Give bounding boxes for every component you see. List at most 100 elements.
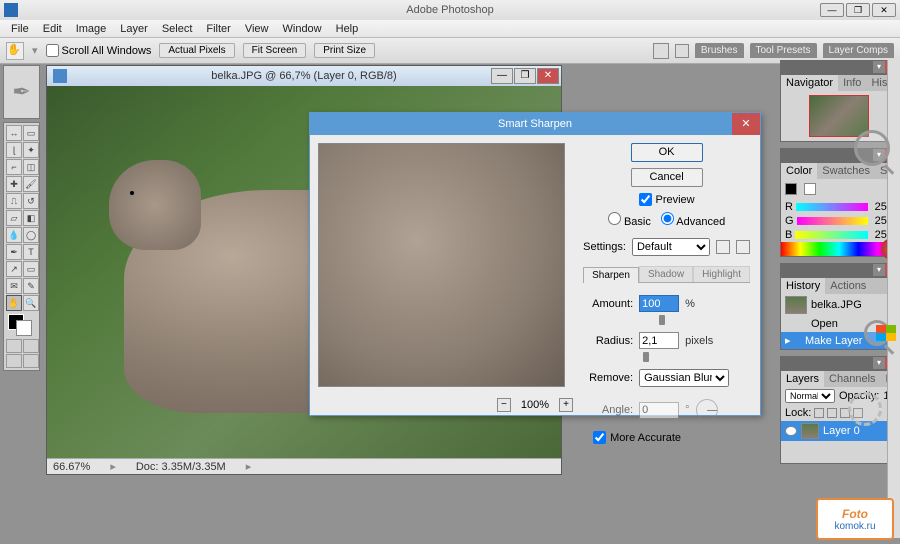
blur-tool-icon[interactable]: 💧 <box>6 227 22 243</box>
menu-filter[interactable]: Filter <box>199 23 237 35</box>
menu-image[interactable]: Image <box>69 23 114 35</box>
tab-sharpen[interactable]: Sharpen <box>583 267 639 283</box>
stamp-tool-icon[interactable]: ⎍ <box>6 193 22 209</box>
lock-pixels-icon[interactable] <box>827 408 837 418</box>
layer-item[interactable]: Layer 0 <box>781 421 897 441</box>
close-button[interactable]: ✕ <box>872 3 896 17</box>
tab-actions[interactable]: Actions <box>825 278 871 294</box>
dodge-tool-icon[interactable]: ◯ <box>23 227 39 243</box>
notes-tool-icon[interactable]: ✉ <box>6 278 22 294</box>
maximize-button[interactable]: ❐ <box>846 3 870 17</box>
menu-file[interactable]: File <box>4 23 36 35</box>
bg-swatch[interactable] <box>804 183 816 195</box>
eraser-tool-icon[interactable]: ▱ <box>6 210 22 226</box>
marquee-tool-icon[interactable]: ▭ <box>23 125 39 141</box>
panel-collapse-button[interactable]: ▾ <box>873 61 885 73</box>
wand-tool-icon[interactable]: ✦ <box>23 142 39 158</box>
crop-tool-icon[interactable]: ⌐ <box>6 159 22 175</box>
tab-color[interactable]: Color <box>781 163 817 179</box>
save-preset-icon[interactable] <box>716 240 730 254</box>
menu-layer[interactable]: Layer <box>113 23 155 35</box>
dialog-close-button[interactable]: ✕ <box>732 113 760 135</box>
zoom-in-button[interactable]: + <box>559 398 573 412</box>
zoom-tool-icon[interactable]: 🔍 <box>23 295 39 311</box>
tab-channels[interactable]: Channels <box>824 371 880 387</box>
layer-thumbnail[interactable] <box>801 423 819 439</box>
brush-tool-icon[interactable]: 🖌 <box>23 176 39 192</box>
angle-label: Angle: <box>583 404 633 416</box>
doc-maximize-button[interactable]: ❐ <box>514 68 536 84</box>
pen-tool-icon[interactable]: ✒ <box>6 244 22 260</box>
b-slider[interactable] <box>795 231 868 239</box>
lasso-tool-icon[interactable]: ɭ <box>6 142 22 158</box>
navigator-thumbnail[interactable] <box>809 95 869 137</box>
panel-collapse-button[interactable]: ▾ <box>873 264 885 276</box>
heal-tool-icon[interactable]: ✚ <box>6 176 22 192</box>
ok-button[interactable]: OK <box>631 143 703 162</box>
color-spectrum[interactable] <box>781 242 897 256</box>
tab-layer-comps[interactable]: Layer Comps <box>823 43 894 58</box>
screenmode-toggle[interactable] <box>6 354 39 368</box>
palette-toggle-icon-2[interactable] <box>675 44 689 58</box>
basic-radio[interactable] <box>608 212 621 225</box>
shape-tool-icon[interactable]: ▭ <box>23 261 39 277</box>
tab-info[interactable]: Info <box>838 75 866 91</box>
move-tool-icon[interactable]: ↔ <box>6 125 22 141</box>
delete-preset-icon[interactable] <box>736 240 750 254</box>
path-tool-icon[interactable]: ↗ <box>6 261 22 277</box>
minimize-button[interactable]: — <box>820 3 844 17</box>
tab-brushes[interactable]: Brushes <box>695 43 744 58</box>
menu-select[interactable]: Select <box>155 23 200 35</box>
zoom-readout[interactable]: 66.67% <box>53 461 90 473</box>
menu-window[interactable]: Window <box>276 23 329 35</box>
g-slider[interactable] <box>797 217 868 225</box>
radius-input[interactable] <box>639 332 679 349</box>
amount-input[interactable] <box>639 295 679 312</box>
tab-navigator[interactable]: Navigator <box>781 75 838 91</box>
eyedropper-tool-icon[interactable]: ✎ <box>23 278 39 294</box>
color-swatches[interactable] <box>6 312 39 338</box>
tab-tool-presets[interactable]: Tool Presets <box>750 43 817 58</box>
tab-history[interactable]: History <box>781 278 825 294</box>
document-titlebar[interactable]: belka.JPG @ 66,7% (Layer 0, RGB/8) — ❐ ✕ <box>47 66 561 86</box>
lock-transparency-icon[interactable] <box>814 408 824 418</box>
zoom-out-button[interactable]: − <box>497 398 511 412</box>
slice-tool-icon[interactable]: ◫ <box>23 159 39 175</box>
layer-name[interactable]: Layer 0 <box>823 425 860 437</box>
fit-screen-button[interactable]: Fit Screen <box>243 43 307 58</box>
hand-tool-icon[interactable]: ✋ <box>6 295 22 311</box>
tab-layers[interactable]: Layers <box>781 371 824 387</box>
history-brush-icon[interactable]: ↺ <box>23 193 39 209</box>
fg-swatch[interactable] <box>785 183 797 195</box>
cancel-button[interactable]: Cancel <box>631 168 703 187</box>
gradient-tool-icon[interactable]: ◧ <box>23 210 39 226</box>
doc-minimize-button[interactable]: — <box>491 68 513 84</box>
visibility-icon[interactable] <box>785 426 797 436</box>
menu-help[interactable]: Help <box>329 23 366 35</box>
tab-swatches[interactable]: Swatches <box>817 163 875 179</box>
quickmask-toggle[interactable] <box>6 339 39 353</box>
more-accurate-checkbox[interactable] <box>593 431 606 444</box>
panel-collapse-button[interactable]: ▾ <box>873 149 885 161</box>
print-size-button[interactable]: Print Size <box>314 43 375 58</box>
advanced-radio[interactable] <box>661 212 674 225</box>
settings-select[interactable]: Default <box>632 238 710 256</box>
palette-toggle-icon[interactable] <box>653 43 669 59</box>
menu-edit[interactable]: Edit <box>36 23 69 35</box>
panel-collapse-button[interactable]: ▾ <box>873 357 885 369</box>
r-slider[interactable] <box>796 203 868 211</box>
preview-checkbox[interactable] <box>639 193 652 206</box>
type-tool-icon[interactable]: T <box>23 244 39 260</box>
sharpen-preview[interactable] <box>318 143 565 387</box>
blend-mode-select[interactable]: Normal <box>785 389 835 403</box>
history-snapshot[interactable]: belka.JPG <box>781 294 897 316</box>
doc-close-button[interactable]: ✕ <box>537 68 559 84</box>
remove-select[interactable]: Gaussian Blur <box>639 369 729 387</box>
actual-pixels-button[interactable]: Actual Pixels <box>159 43 234 58</box>
tab-shadow[interactable]: Shadow <box>639 266 693 282</box>
menu-view[interactable]: View <box>238 23 276 35</box>
vertical-scrollbar[interactable] <box>887 60 900 538</box>
tab-highlight[interactable]: Highlight <box>693 266 750 282</box>
scroll-all-checkbox[interactable] <box>46 44 59 57</box>
dialog-titlebar[interactable]: Smart Sharpen ✕ <box>310 113 760 135</box>
